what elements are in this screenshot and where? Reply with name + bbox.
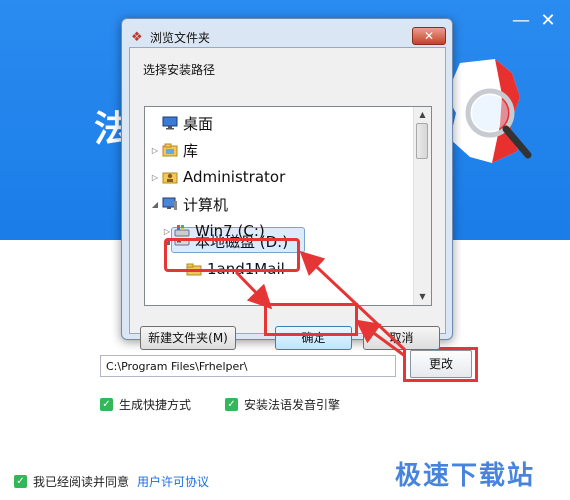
tree-item-library[interactable]: ▷ 库	[149, 138, 198, 162]
folder-tree[interactable]: 桌面 ▷ 库 ▷ Administrator ◢ 计算机 ▷ Win7 (C:)	[144, 106, 432, 306]
agree-row[interactable]: ✓ 我已经阅读并同意 用户许可协议	[14, 473, 209, 490]
agree-label: 我已经阅读并同意	[33, 475, 130, 489]
dialog-content: 选择安装路径 桌面 ▷ 库 ▷ Administrator ◢ 计算机 ▷ Wi…	[129, 47, 446, 350]
highlight-box-drive-d	[164, 238, 300, 272]
tree-item-label: 计算机	[183, 195, 229, 214]
dialog-description: 选择安装路径	[143, 63, 216, 77]
library-icon	[161, 142, 179, 158]
checkbox-voice-engine[interactable]: ✓	[225, 398, 238, 411]
close-button[interactable]: ✕	[537, 10, 559, 32]
option-shortcut-label: 生成快捷方式	[119, 398, 192, 412]
scroll-up-button[interactable]: ▲	[414, 107, 431, 123]
france-map-magnifier-icon	[446, 59, 532, 163]
dialog-app-icon: ❖	[131, 30, 143, 45]
install-path-input[interactable]: C:\Program Files\Frhelper\	[100, 355, 396, 377]
tree-item-computer[interactable]: ◢ 计算机	[149, 192, 228, 216]
watermark: 极速下载站	[395, 461, 536, 491]
highlight-box-change	[403, 347, 478, 382]
browse-folder-dialog: ❖ 浏览文件夹 ✕ 选择安装路径 桌面 ▷ 库 ▷ Administrator	[121, 18, 453, 350]
tree-item-administrator[interactable]: ▷ Administrator	[149, 165, 285, 189]
tree-scrollbar[interactable]: ▲ ▼	[413, 107, 431, 305]
license-agreement-link[interactable]: 用户许可协议	[137, 473, 209, 490]
checkbox-shortcut[interactable]: ✓	[100, 398, 113, 411]
tree-expander[interactable]: ◢	[149, 200, 161, 209]
scroll-down-button[interactable]: ▼	[414, 289, 431, 305]
minimize-button[interactable]: —	[510, 10, 532, 32]
option-voice-label: 安装法语发音引擎	[244, 398, 341, 412]
highlight-box-ok	[264, 303, 358, 336]
tree-item-label: 桌面	[183, 114, 214, 133]
dialog-close-button[interactable]: ✕	[412, 27, 446, 45]
cancel-button[interactable]: 取消	[363, 326, 440, 350]
option-voice-engine[interactable]: ✓ 安装法语发音引擎	[225, 396, 340, 413]
tree-item-label: 库	[183, 141, 199, 160]
new-folder-button[interactable]: 新建文件夹(M)	[140, 326, 236, 350]
checkbox-agree[interactable]: ✓	[14, 475, 27, 488]
user-folder-icon	[161, 169, 179, 185]
tree-expander[interactable]: ▷	[149, 146, 161, 155]
dialog-title: 浏览文件夹	[150, 31, 211, 45]
tree-item-desktop[interactable]: 桌面	[149, 111, 213, 135]
tree-item-label: Administrator	[183, 168, 286, 186]
tree-expander[interactable]: ▷	[149, 173, 161, 182]
desktop-icon	[161, 115, 179, 131]
scroll-thumb[interactable]	[416, 123, 428, 159]
option-shortcut[interactable]: ✓ 生成快捷方式	[100, 396, 191, 413]
computer-icon	[161, 196, 179, 212]
